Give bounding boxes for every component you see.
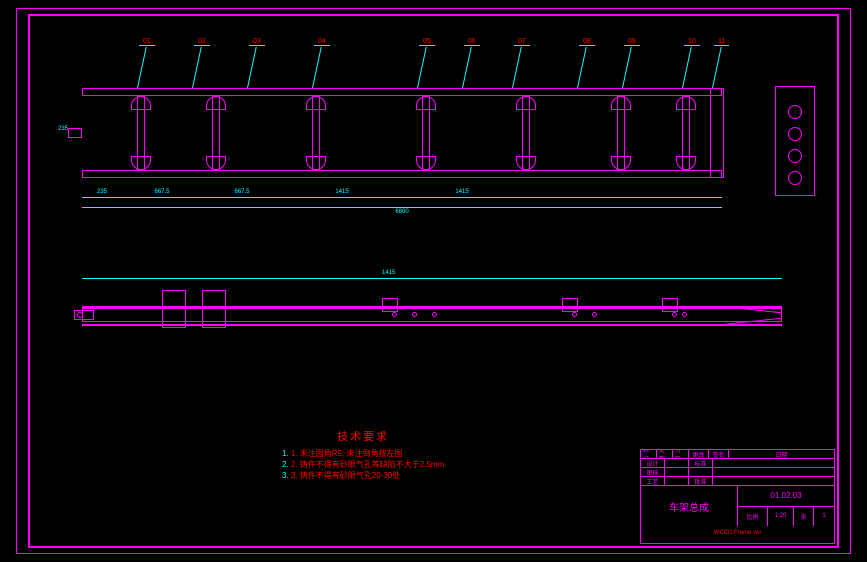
balloon-01: 01 [139, 38, 155, 46]
gusset [516, 96, 536, 110]
balloon-02: 02 [194, 38, 210, 46]
balloon-10: 10 [684, 38, 700, 46]
tb-r1c0: 设计 [641, 459, 665, 467]
gusset [676, 156, 696, 170]
hitch-hole-icon [77, 312, 83, 318]
tb-h5: 日期 [729, 450, 834, 458]
tb-r3c2: 批准 [689, 477, 713, 485]
rail-bottom [82, 170, 722, 178]
scale-value: 1:20 [768, 507, 794, 527]
end-hole-icon [788, 105, 802, 119]
gusset [131, 156, 151, 170]
front-hitch [74, 310, 94, 320]
tb-h1: 处数 [657, 450, 673, 458]
technical-notes: 技术要求 1. 1. 未注圆角R5; 未注倒角按左图 2. 2. 铸件不得有砂眼… [282, 428, 444, 482]
note-2: 2. 2. 铸件不得有砂眼气孔等缺陷不大于2.5mm [282, 459, 444, 470]
side-flange-bot [82, 324, 782, 326]
note-3: 3. 3. 铸件不得有砂眼气孔20-30处 [282, 470, 444, 481]
tb-r2c0: 审核 [641, 468, 665, 476]
side-bracket [662, 298, 678, 312]
balloon-09: 09 [624, 38, 640, 46]
dim-segment: 1415 [402, 189, 522, 195]
gusset [611, 96, 631, 110]
footer-text: WCCC:Frame ver [641, 526, 834, 540]
tb-r3c0: 工艺 [641, 477, 665, 485]
side-hole-icon [682, 312, 687, 317]
dim-segment: 667.5 [122, 189, 202, 195]
part-name: 车架总成 [641, 486, 738, 526]
side-hole-icon [572, 312, 577, 317]
gusset [416, 156, 436, 170]
tb-r1c3: 标准 [689, 459, 713, 467]
drawing-area[interactable]: 0102030405060708091011 235 6800 235667.5… [32, 18, 835, 544]
balloon-03: 03 [249, 38, 265, 46]
end-hole-icon [788, 149, 802, 163]
side-bracket [202, 290, 226, 328]
dim-segment: 667.5 [202, 189, 282, 195]
balloon-04: 04 [314, 38, 330, 46]
cad-viewport[interactable]: 0102030405060708091011 235 6800 235667.5… [0, 0, 867, 562]
left-tongue [68, 128, 82, 138]
gusset [516, 156, 536, 170]
side-bracket [162, 290, 186, 328]
end-cap-right [710, 88, 724, 178]
gusset [416, 96, 436, 110]
side-hole-icon [412, 312, 417, 317]
end-hole-icon [788, 127, 802, 141]
balloon-06: 06 [464, 38, 480, 46]
end-detail-view [775, 86, 815, 196]
rail-top [82, 88, 722, 96]
side-view: 1415 [82, 288, 782, 348]
side-bracket [382, 298, 398, 312]
balloon-11: 11 [714, 38, 729, 46]
balloon-07: 07 [514, 38, 530, 46]
dim-overall: 6800 [82, 209, 722, 215]
drawing-number: 01.02.03 [738, 486, 834, 506]
gusset [676, 96, 696, 110]
side-bracket [562, 298, 578, 312]
dim-line-seg [82, 197, 722, 198]
side-hole-icon [432, 312, 437, 317]
balloon-08: 08 [579, 38, 595, 46]
scale-label: 比例 [738, 507, 768, 527]
dim-line-overall [82, 207, 722, 208]
side-dim-text: 1415 [382, 270, 395, 276]
gusset [131, 96, 151, 110]
dim-segment: 1415 [282, 189, 402, 195]
title-block: 标记 处数 分区 更改 签名 日期 设计 标准 审核 工艺 [640, 449, 835, 544]
side-dim-line [82, 278, 782, 279]
gusset [306, 156, 326, 170]
tb-h4: 签名 [709, 450, 729, 458]
left-dim-label: 235 [58, 126, 68, 132]
side-hole-icon [392, 312, 397, 317]
tb-h0: 标记 [641, 450, 657, 458]
sheet-label: 张 [794, 507, 814, 527]
dim-segment: 235 [82, 189, 122, 195]
sheet-value: 1 [814, 507, 834, 527]
top-view: 235 [82, 78, 722, 188]
rear-taper [722, 306, 782, 326]
gusset [206, 156, 226, 170]
note-1: 1. 1. 未注圆角R5; 未注倒角按左图 [282, 448, 444, 459]
tb-h3: 更改 [689, 450, 709, 458]
notes-title: 技术要求 [282, 428, 444, 444]
balloon-05: 05 [419, 38, 435, 46]
gusset [611, 156, 631, 170]
side-hole-icon [592, 312, 597, 317]
gusset [306, 96, 326, 110]
tb-h2: 分区 [673, 450, 689, 458]
side-hole-icon [672, 312, 677, 317]
end-hole-icon [788, 171, 802, 185]
gusset [206, 96, 226, 110]
